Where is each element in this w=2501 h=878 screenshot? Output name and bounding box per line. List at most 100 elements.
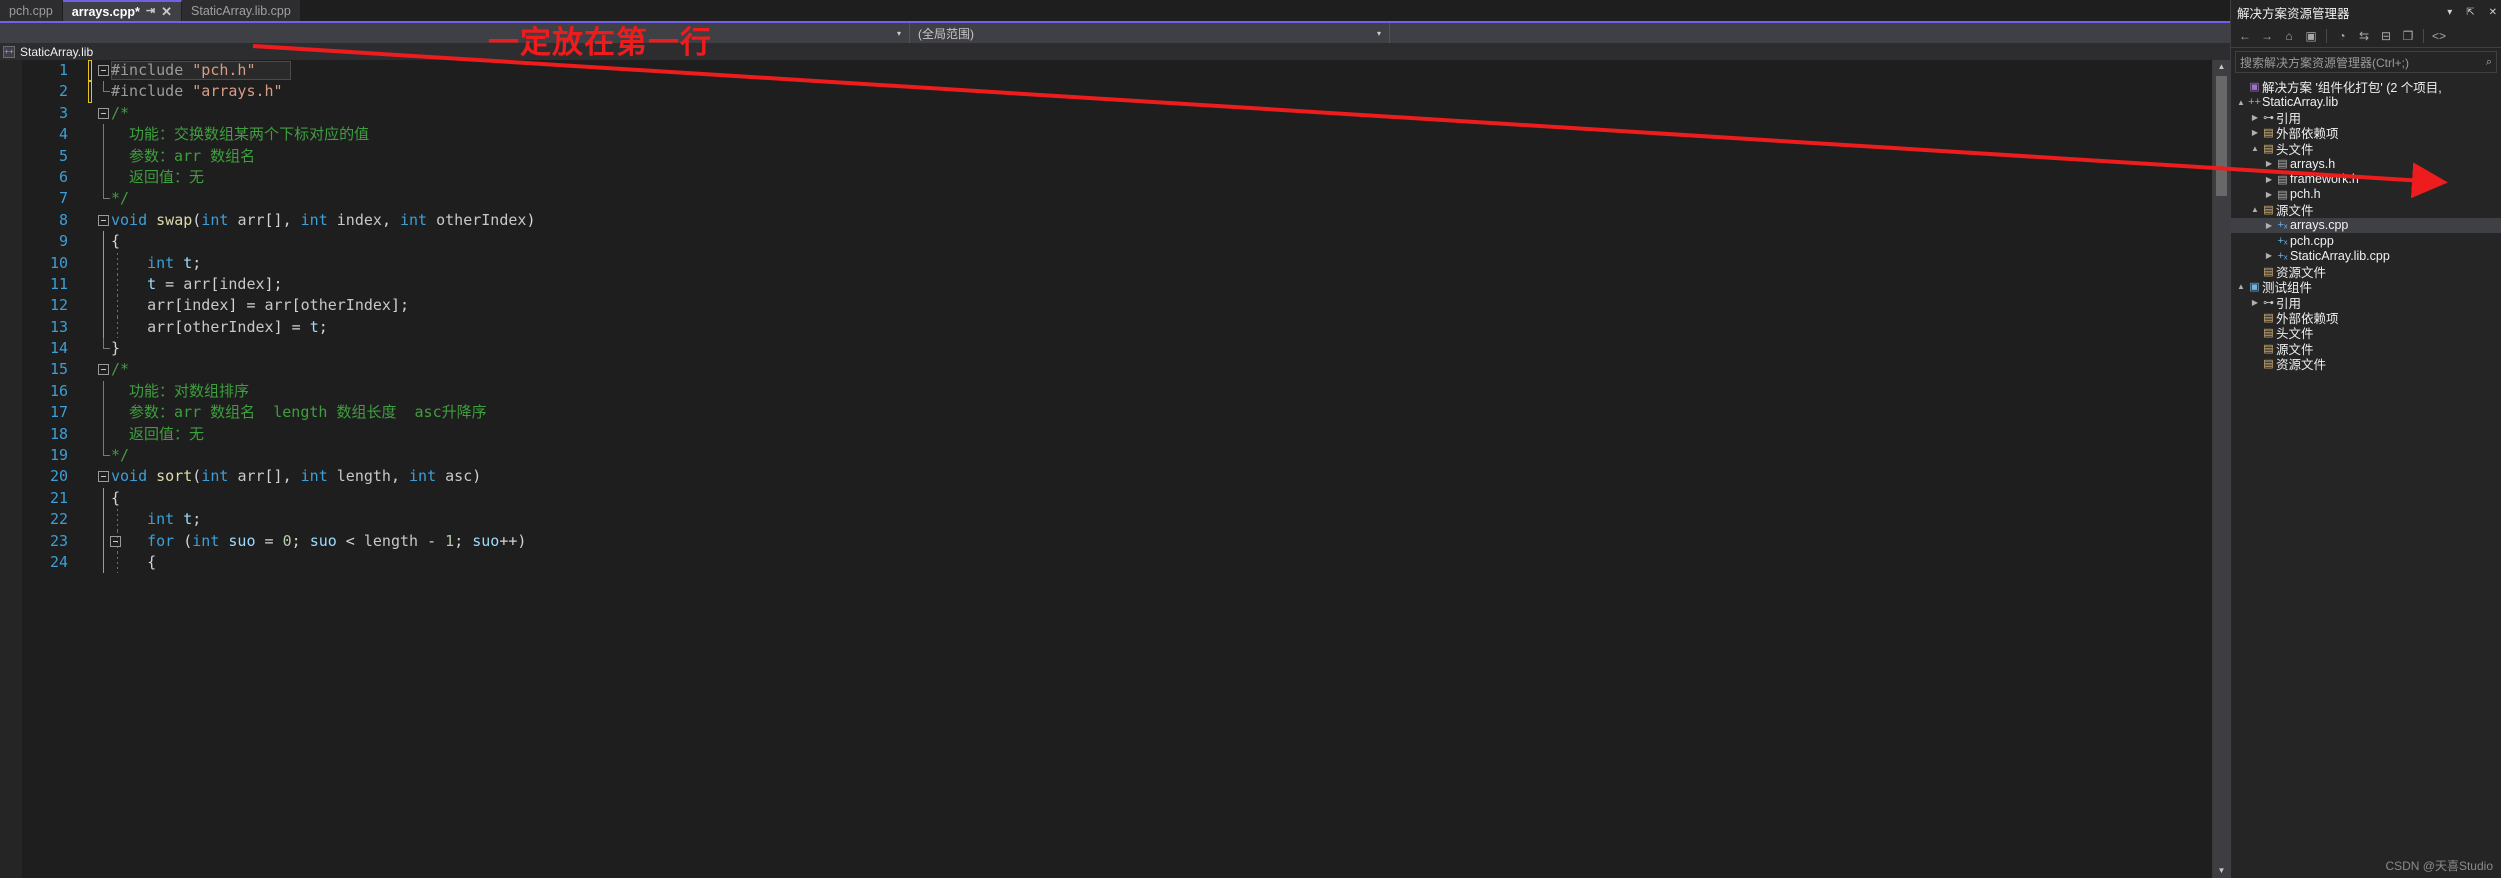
chevron-down-icon[interactable]: ▲ <box>2249 205 2261 214</box>
line-number: 22 <box>49 510 68 529</box>
code-line[interactable]: 21 { <box>0 487 2230 510</box>
tree-node[interactable]: ▶ ▤ arrays.h <box>2231 156 2501 171</box>
code-line[interactable]: 19 */ <box>0 445 2230 466</box>
tree-node[interactable]: ▶ ⊶ 引用 <box>2231 110 2501 126</box>
code-line[interactable]: 6 返回值：无 <box>0 166 2230 189</box>
home-icon[interactable]: ⌂ <box>2279 26 2299 46</box>
fold-toggle-icon[interactable] <box>98 214 109 226</box>
tab-staticarray-lib-cpp[interactable]: StaticArray.lib.cpp <box>182 0 301 21</box>
code-line[interactable]: 23 for (int suo = 0; suo < length - 1; s… <box>0 530 2230 552</box>
properties-icon[interactable]: ❐ <box>2398 26 2418 46</box>
panel-pin-icon[interactable]: ⇱ <box>2462 7 2478 18</box>
code-line[interactable]: 1 #include "pch.h" <box>0 60 2230 82</box>
tree-node[interactable]: ▶ ▤ pch.h <box>2231 187 2501 202</box>
solution-tree[interactable]: ▣ 解决方案 '组件化打包' (2 个项目, ▲ ++ StaticArray.lib ▶… <box>2231 76 2501 372</box>
panel-dropdown-icon[interactable]: ▾ <box>2443 7 2456 18</box>
tab-arrays-cpp[interactable]: arrays.cpp* ⇥ ✕ <box>62 0 183 21</box>
code-text: #include "pch.h" <box>111 61 256 79</box>
tree-node[interactable]: ▲ ▤ 头文件 <box>2231 141 2501 157</box>
chevron-down-icon[interactable]: ▲ <box>2235 282 2247 291</box>
chevron-right-icon[interactable]: ▶ <box>2263 159 2275 168</box>
tree-node[interactable]: ▲ ▣ 测试组件 <box>2231 279 2501 295</box>
line-number: 15 <box>49 360 68 379</box>
code-text: t = arr[index]; <box>147 274 283 293</box>
sync-with-active-icon[interactable]: ⇆ <box>2354 26 2374 46</box>
chevron-right-icon[interactable]: ▶ <box>2249 113 2261 122</box>
tab-pch-cpp[interactable]: pch.cpp <box>0 0 63 21</box>
pin-icon[interactable]: ⇥ <box>146 6 155 17</box>
show-all-files-icon[interactable]: ▣ <box>2301 26 2321 46</box>
tree-node[interactable]: ▶ ▤ 外部依赖项 <box>2231 125 2501 141</box>
fold-toggle-icon[interactable] <box>98 364 109 376</box>
scroll-up-icon[interactable]: ▲ <box>2213 60 2230 74</box>
search-icon[interactable]: ⌕ <box>2486 56 2492 69</box>
tree-node[interactable]: ▤ 源文件 <box>2231 341 2501 357</box>
code-line[interactable]: 7 */ <box>0 188 2230 209</box>
scope-selector-left[interactable]: ▾ <box>0 23 910 43</box>
code-line[interactable]: 2 #include "arrays.h" <box>0 81 2230 103</box>
pending-changes-icon[interactable]: ◔ <box>2332 26 2352 46</box>
editor-code-area[interactable]: 1 #include "pch.h" 2 #include "arrays.h" 3 /*… <box>0 60 2230 878</box>
chevron-down-icon[interactable]: ▲ <box>2249 144 2261 153</box>
search-input[interactable]: 搜索解决方案资源管理器(Ctrl+;) <box>2240 54 2409 71</box>
collapse-all-icon[interactable]: ⊟ <box>2376 26 2396 46</box>
scope-selector-right[interactable]: (全局范围) ▾ <box>910 23 1390 43</box>
fold-toggle-icon[interactable] <box>98 107 109 119</box>
solution-explorer-search[interactable]: 搜索解决方案资源管理器(Ctrl+;) ⌕ <box>2235 51 2497 73</box>
code-line[interactable]: 24 { <box>0 551 2230 574</box>
indent-guide <box>103 530 104 552</box>
chevron-right-icon[interactable]: ▶ <box>2249 298 2261 307</box>
code-editor[interactable]: 1 #include "pch.h" 2 #include "arrays.h" 3 /*… <box>0 60 2230 878</box>
code-line[interactable]: 16 功能：对数组排序 <box>0 380 2230 403</box>
back-arrow-icon[interactable]: ← <box>2235 26 2255 46</box>
chevron-right-icon[interactable]: ▶ <box>2263 190 2275 199</box>
tree-node[interactable]: ▶ ▤ framework.h <box>2231 171 2501 186</box>
code-text: } <box>111 339 121 358</box>
code-line[interactable]: 18 返回值：无 <box>0 423 2230 446</box>
editor-vertical-scrollbar[interactable]: ▲ ▼ <box>2213 60 2230 878</box>
indent-guide <box>103 145 104 167</box>
scrollbar-thumb[interactable] <box>2216 76 2227 196</box>
scroll-down-icon[interactable]: ▼ <box>2213 864 2230 878</box>
code-line[interactable]: 4 功能：交换数组某两个下标对应的值 <box>0 124 2230 146</box>
code-view-icon[interactable]: <> <box>2429 26 2449 46</box>
code-line[interactable]: 20 void sort(int arr[], int length, int a… <box>0 466 2230 487</box>
fold-toggle-icon[interactable] <box>98 471 109 483</box>
tree-node[interactable]: ▤ 外部依赖项 <box>2231 310 2501 326</box>
code-line[interactable]: 8 void swap(int arr[], int index, int oth… <box>0 210 2230 231</box>
code-line[interactable]: 12 arr[index] = arr[otherIndex]; <box>0 295 2230 317</box>
code-line[interactable]: 10 int t; <box>0 252 2230 274</box>
code-text: for (int suo = 0; suo < length - 1; suo+… <box>147 531 527 550</box>
tree-node[interactable]: ▲ ++ StaticArray.lib <box>2231 94 2501 109</box>
fold-toggle-icon[interactable] <box>98 65 109 76</box>
code-line[interactable]: 11 t = arr[index]; <box>0 273 2230 296</box>
tree-node[interactable]: ▶ +ₓ StaticArray.lib.cpp <box>2231 248 2501 263</box>
code-line[interactable]: 3 /* <box>0 103 2230 124</box>
line-number: 21 <box>49 488 68 507</box>
chevron-right-icon[interactable]: ▶ <box>2249 128 2261 137</box>
tree-node[interactable]: +ₓ pch.cpp <box>2231 233 2501 248</box>
chevron-down-icon[interactable]: ▲ <box>2235 98 2247 107</box>
tree-node[interactable]: ▶ +ₓ arrays.cpp <box>2231 217 2501 233</box>
code-line[interactable]: 15 /* <box>0 359 2230 380</box>
chevron-right-icon[interactable]: ▶ <box>2263 175 2275 184</box>
line-number: 1 <box>58 61 68 79</box>
chevron-down-icon: ▾ <box>896 28 901 38</box>
tree-node[interactable]: ▶ ⊶ 引用 <box>2231 294 2501 311</box>
close-icon[interactable]: ✕ <box>161 5 172 18</box>
code-line[interactable]: 22 int t; <box>0 509 2230 531</box>
chevron-right-icon[interactable]: ▶ <box>2263 251 2275 260</box>
code-line[interactable]: 17 参数：arr 数组名 length 数组长度 asc升降序 <box>0 402 2230 424</box>
tree-node[interactable]: ▤ 资源文件 <box>2231 356 2501 372</box>
tree-node[interactable]: ▤ 头文件 <box>2231 325 2501 341</box>
tree-node[interactable]: ▲ ▤ 源文件 <box>2231 202 2501 218</box>
code-line[interactable]: 13 arr[otherIndex] = t; <box>0 316 2230 339</box>
forward-arrow-icon[interactable]: → <box>2257 26 2277 46</box>
tree-node-label: framework.h <box>2290 172 2359 187</box>
code-line[interactable]: 5 参数：arr 数组名 <box>0 145 2230 167</box>
chevron-right-icon[interactable]: ▶ <box>2263 221 2275 230</box>
panel-close-icon[interactable]: ✕ <box>2485 7 2501 18</box>
code-line[interactable]: 14} <box>0 338 2230 359</box>
code-line[interactable]: 9{ <box>0 231 2230 253</box>
tree-node[interactable]: ▣ 解决方案 '组件化打包' (2 个项目, <box>2231 79 2501 95</box>
